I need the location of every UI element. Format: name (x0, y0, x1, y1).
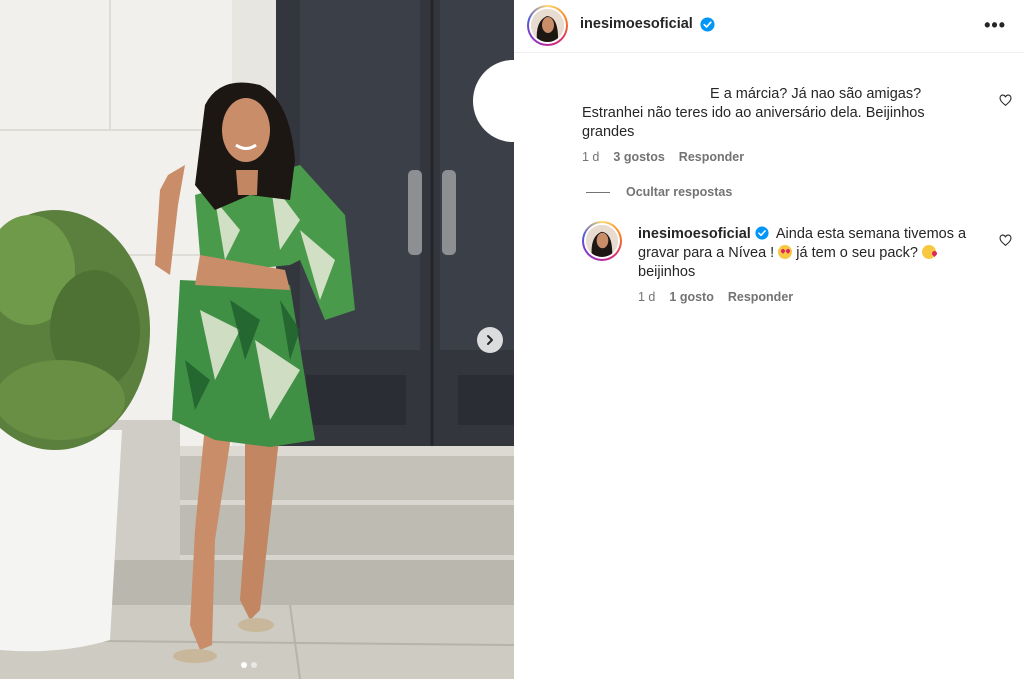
reply-text-line: inesimoesoficial Ainda esta semana tivem… (638, 225, 966, 244)
post-media[interactable] (0, 0, 514, 679)
reply-age: 1 d (638, 290, 656, 304)
comments-panel: inesimoesoficial ••• E a márcia? Já nao … (474, 0, 1024, 679)
heart-outline-icon[interactable] (999, 234, 1012, 247)
post-photo (0, 0, 514, 679)
carousel-next-button[interactable] (477, 327, 503, 353)
comment-meta: 1 d 3 gostos Responder (582, 150, 744, 164)
reply-button[interactable]: Responder (679, 150, 744, 164)
hide-replies-label: Ocultar respostas (626, 185, 733, 199)
heart-eyes-emoji-icon (778, 245, 793, 259)
post-header: inesimoesoficial ••• (514, 0, 1024, 53)
author-avatar[interactable] (527, 5, 568, 46)
reply-text: Ainda esta semana tivemos a (775, 226, 967, 242)
verified-badge-icon (755, 226, 769, 240)
comment-age: 1 d (582, 150, 600, 164)
reply-likes[interactable]: 1 gosto (669, 290, 713, 304)
comment-text-line: Estranhei não teres ido ao aniversário d… (582, 105, 925, 121)
reply-username[interactable]: inesimoesoficial (638, 226, 751, 242)
kiss-emoji-icon (922, 245, 937, 259)
scrolled-avatar-placeholder (474, 60, 554, 142)
comment-likes[interactable]: 3 gostos (613, 150, 664, 164)
more-options-icon[interactable]: ••• (984, 15, 1006, 36)
divider (586, 191, 610, 193)
carousel-dot (241, 662, 247, 668)
reply-text-line: gravar para a Nívea ! já tem o seu pack? (638, 244, 937, 263)
heart-outline-icon[interactable] (999, 94, 1012, 107)
verified-badge-icon (700, 17, 715, 32)
author-username[interactable]: inesimoesoficial (580, 16, 693, 32)
chevron-right-icon (487, 335, 493, 345)
reply-text: já tem o seu pack? (796, 245, 918, 261)
comment-text-line: E a márcia? Já nao são amigas? (710, 86, 922, 102)
reply-text-line: beijinhos (638, 264, 696, 280)
reply-text: gravar para a Nívea ! (638, 245, 775, 261)
carousel-indicator (241, 662, 257, 668)
reply-avatar[interactable] (582, 221, 622, 261)
comment-text-line: grandes (582, 124, 635, 140)
avatar-photo (531, 9, 564, 42)
hide-replies-button[interactable]: Ocultar respostas (586, 185, 732, 199)
carousel-dot (251, 662, 257, 668)
reply-button[interactable]: Responder (728, 290, 793, 304)
reply-meta: 1 d 1 gosto Responder (638, 290, 793, 304)
avatar-photo (586, 225, 618, 257)
